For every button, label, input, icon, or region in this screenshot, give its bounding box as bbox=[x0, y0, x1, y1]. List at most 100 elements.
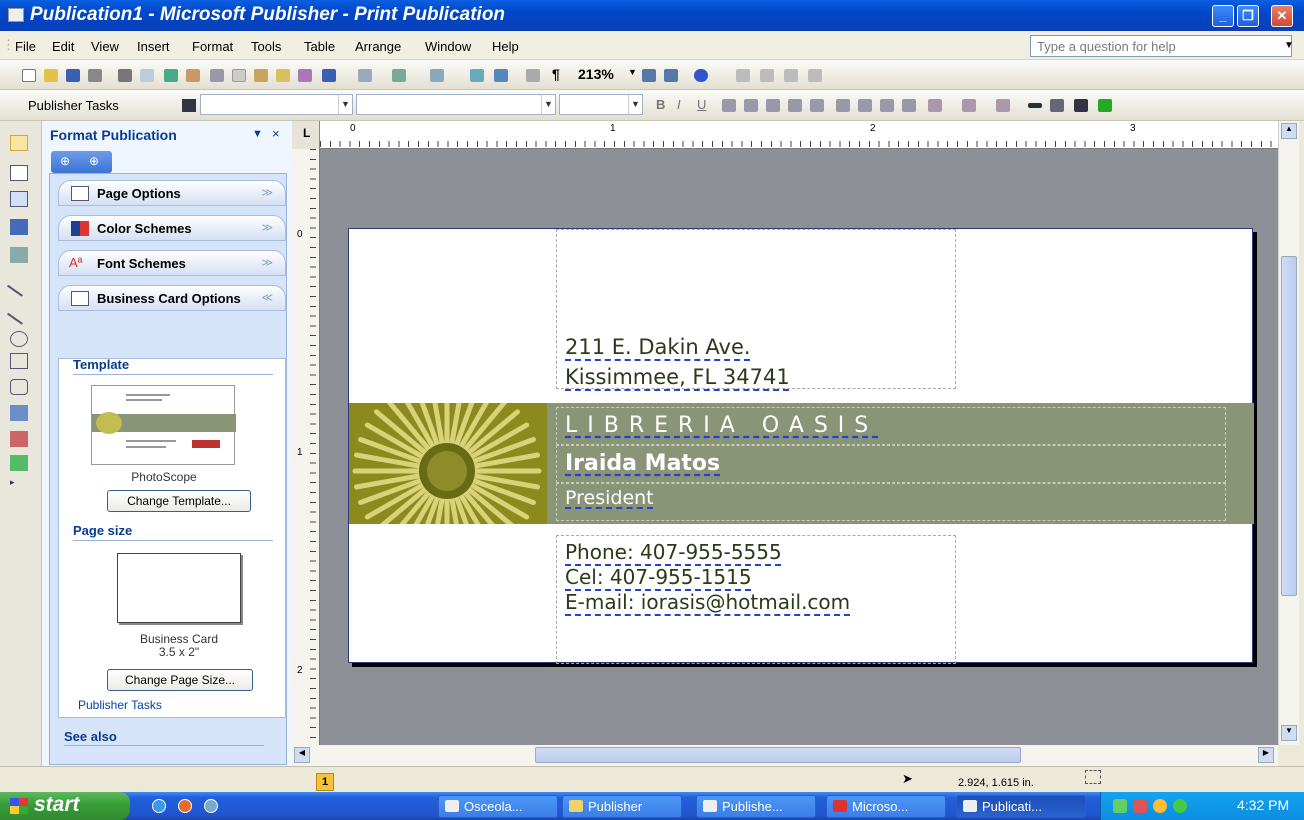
horizontal-ruler[interactable]: L 0 1 2 3 bbox=[292, 121, 1278, 149]
menu-edit[interactable]: Edit bbox=[52, 39, 74, 54]
chevron-down-icon[interactable]: ≫ bbox=[261, 221, 273, 234]
vertical-scroll-thumb[interactable] bbox=[1281, 256, 1297, 596]
print-preview-icon[interactable] bbox=[140, 69, 154, 82]
permission-icon[interactable] bbox=[88, 69, 102, 82]
menu-view[interactable]: View bbox=[91, 39, 119, 54]
insert-table-icon[interactable] bbox=[10, 191, 28, 207]
style-select[interactable]: ▼ bbox=[200, 94, 353, 115]
line-style-icon[interactable] bbox=[1028, 103, 1042, 108]
scroll-down-button[interactable]: ▼ bbox=[1281, 725, 1297, 741]
font-color-icon[interactable] bbox=[996, 99, 1010, 112]
horizontal-scrollbar[interactable]: ◀ ▶ bbox=[292, 745, 1278, 766]
font-select[interactable]: ▼ bbox=[356, 94, 556, 115]
task-osceola[interactable]: Osceola... bbox=[438, 795, 558, 818]
hyperlink-icon[interactable] bbox=[494, 69, 508, 82]
publisher-app-icon[interactable] bbox=[8, 8, 24, 22]
address-line-2[interactable]: Kissimmee, FL 34741 bbox=[565, 365, 790, 389]
firefox-icon[interactable] bbox=[178, 799, 192, 813]
oval-tool-icon[interactable] bbox=[10, 331, 28, 347]
bold-icon[interactable]: B bbox=[656, 97, 665, 112]
text-box-icon[interactable] bbox=[10, 165, 28, 181]
zoom-combo[interactable]: 213% ▼ bbox=[570, 64, 640, 85]
underline-icon[interactable]: U bbox=[697, 97, 706, 112]
picture-frame-icon[interactable] bbox=[10, 247, 28, 263]
arrow-style-icon[interactable] bbox=[1074, 99, 1088, 112]
business-card-page[interactable]: 211 E. Dakin Ave. Kissimmee, FL 34741 LI… bbox=[348, 228, 1254, 664]
task-publisher-doc[interactable]: Publishe... bbox=[696, 795, 816, 818]
align-right-icon[interactable] bbox=[766, 99, 780, 112]
title-text-box[interactable] bbox=[556, 483, 1226, 521]
help-dropdown-arrow[interactable]: ▼ bbox=[1284, 40, 1294, 51]
menu-arrange[interactable]: Arrange bbox=[355, 39, 401, 54]
scroll-up-button[interactable]: ▲ bbox=[1281, 123, 1297, 139]
shadow-style-icon[interactable] bbox=[1098, 99, 1112, 112]
table-grid-icon[interactable] bbox=[526, 69, 540, 82]
menu-window[interactable]: Window bbox=[425, 39, 471, 54]
help-icon[interactable] bbox=[694, 69, 708, 82]
task-pane-dropdown-icon[interactable]: ▼ bbox=[252, 128, 263, 140]
vertical-ruler[interactable]: 0 1 2 bbox=[292, 149, 320, 745]
tab-stop-selector[interactable]: L bbox=[303, 126, 310, 140]
bullets-icon[interactable] bbox=[858, 99, 872, 112]
hot-spot-icon[interactable] bbox=[10, 405, 28, 421]
line-color-icon[interactable] bbox=[962, 99, 976, 112]
forward-icon[interactable]: ⊕ bbox=[89, 154, 99, 168]
redo-icon[interactable] bbox=[358, 69, 372, 82]
person-title[interactable]: President bbox=[565, 487, 654, 509]
menu-help[interactable]: Help bbox=[492, 39, 519, 54]
font-size-select[interactable]: ▼ bbox=[559, 94, 643, 115]
columns-icon[interactable] bbox=[470, 69, 484, 82]
address-line-1[interactable]: 211 E. Dakin Ave. bbox=[565, 335, 751, 359]
menu-file[interactable]: File bbox=[15, 39, 36, 54]
paste-icon[interactable] bbox=[254, 69, 268, 82]
ruler-corner[interactable]: L bbox=[292, 121, 320, 149]
tray-security-icon[interactable] bbox=[1133, 799, 1147, 813]
scroll-left-button[interactable]: ◀ bbox=[294, 747, 310, 763]
line-spacing-icon[interactable] bbox=[810, 99, 824, 112]
wordart-icon[interactable] bbox=[10, 219, 28, 235]
publisher-tasks-link[interactable]: Publisher Tasks bbox=[78, 698, 162, 712]
bring-forward-icon[interactable] bbox=[392, 69, 406, 82]
menu-format[interactable]: Format bbox=[192, 39, 233, 54]
research-icon[interactable] bbox=[186, 69, 200, 82]
next-text-box-icon[interactable] bbox=[808, 69, 822, 82]
zoom-dropdown-arrow[interactable]: ▼ bbox=[628, 67, 637, 77]
section-page-options[interactable]: Page Options ≫ bbox=[58, 180, 286, 206]
horizontal-scroll-thumb[interactable] bbox=[535, 747, 1021, 763]
media-player-icon[interactable] bbox=[204, 799, 218, 813]
section-business-card-options[interactable]: Business Card Options ≪ bbox=[58, 285, 286, 311]
catalog-merge-icon[interactable] bbox=[10, 455, 28, 471]
flower-image[interactable] bbox=[349, 403, 547, 524]
task-publication[interactable]: Publicati... bbox=[956, 795, 1086, 818]
page-navigator-1[interactable]: 1 bbox=[316, 773, 334, 791]
zoom-out-icon[interactable] bbox=[642, 69, 656, 82]
clear-icon[interactable] bbox=[298, 69, 312, 82]
tray-check-icon[interactable] bbox=[1173, 799, 1187, 813]
page-size-thumbnail[interactable] bbox=[117, 553, 241, 623]
previous-text-box-icon[interactable] bbox=[784, 69, 798, 82]
tray-messenger-icon[interactable] bbox=[1153, 799, 1167, 813]
copy-icon[interactable] bbox=[232, 69, 246, 82]
unlink-text-box-icon[interactable] bbox=[760, 69, 774, 82]
cel-line[interactable]: Cel: 407-955-1515 bbox=[565, 565, 752, 589]
numbering-icon[interactable] bbox=[836, 99, 850, 112]
section-font-schemes[interactable]: Aª Font Schemes ≫ bbox=[58, 250, 286, 276]
person-name[interactable]: Iraida Matos bbox=[565, 451, 720, 476]
select-objects-icon[interactable] bbox=[10, 135, 28, 151]
company-name[interactable]: LIBRERIA OASIS bbox=[565, 413, 878, 438]
spelling-icon[interactable] bbox=[164, 69, 178, 82]
restore-button[interactable]: ❐ bbox=[1237, 5, 1259, 27]
align-left-icon[interactable] bbox=[722, 99, 736, 112]
undo-icon[interactable] bbox=[322, 69, 336, 82]
justify-icon[interactable] bbox=[788, 99, 802, 112]
zoom-in-icon[interactable] bbox=[664, 69, 678, 82]
format-painter-icon[interactable] bbox=[276, 69, 290, 82]
fill-color-icon[interactable] bbox=[928, 99, 942, 112]
font-size-dropdown-arrow[interactable]: ▼ bbox=[628, 95, 642, 114]
decrease-indent-icon[interactable] bbox=[880, 99, 894, 112]
arrow-tool-icon[interactable] bbox=[7, 301, 31, 325]
menu-table[interactable]: Table bbox=[304, 39, 335, 54]
open-icon[interactable] bbox=[44, 69, 58, 82]
menu-insert[interactable]: Insert bbox=[137, 39, 170, 54]
task-pane-close-icon[interactable]: × bbox=[272, 126, 280, 141]
